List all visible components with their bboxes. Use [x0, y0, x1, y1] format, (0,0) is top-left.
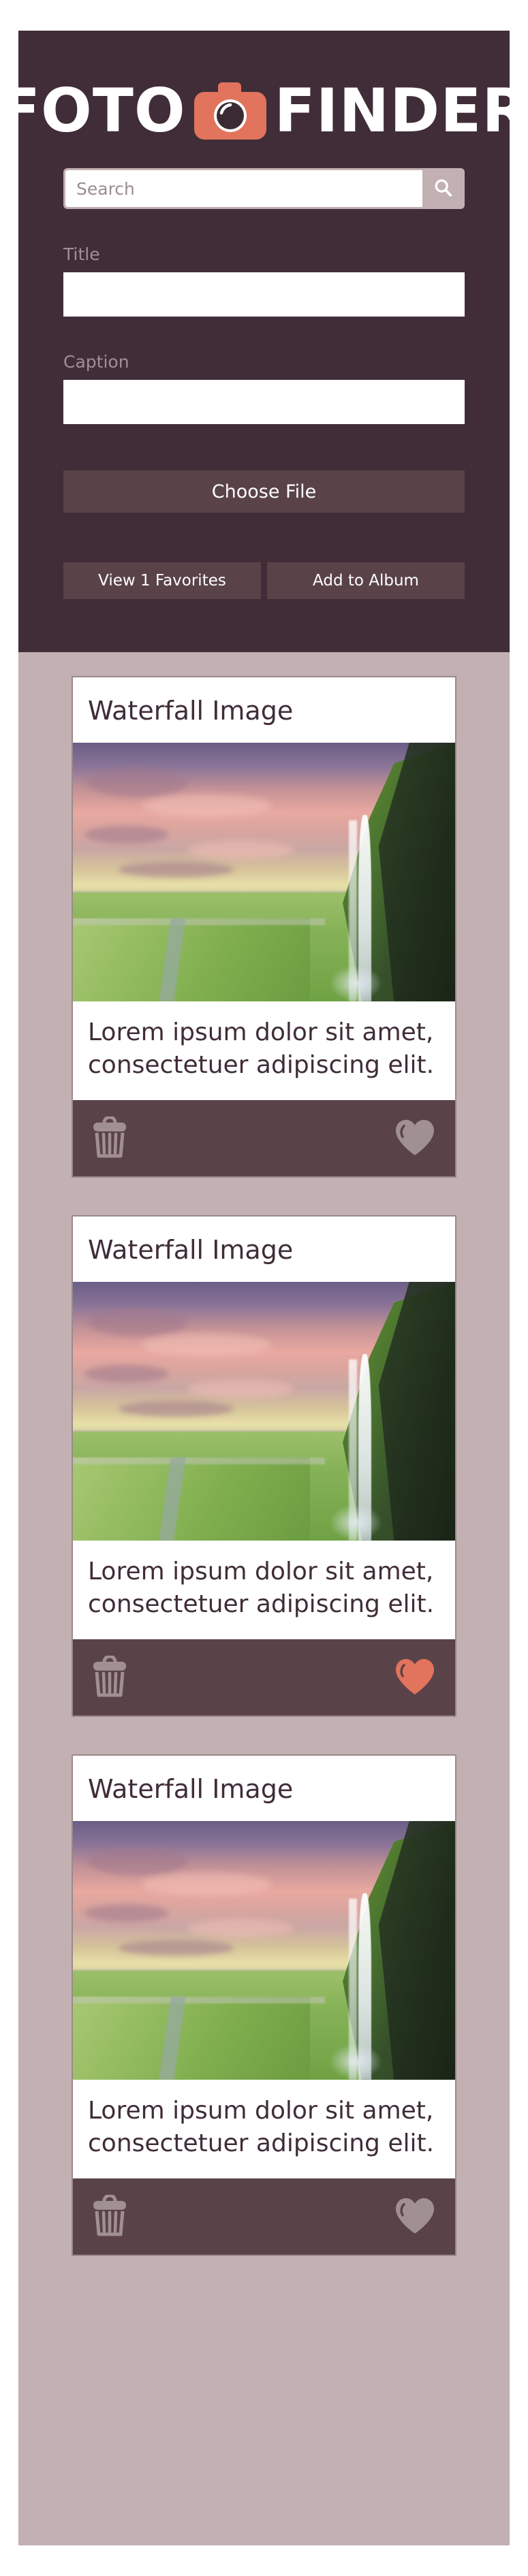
card-caption: Lorem ipsum dolor sit amet, consectetuer… — [88, 1018, 435, 1079]
title-label: Title — [63, 244, 100, 264]
photo-card: Waterfall Image Lorem ipsum dolor sit am… — [72, 1215, 456, 1718]
app-logo: FOTO FINDER — [0, 31, 528, 153]
card-action-bar — [73, 1639, 455, 1716]
add-to-album-button[interactable]: Add to Album — [267, 562, 465, 599]
search-button[interactable] — [422, 168, 465, 209]
heart-icon — [394, 1118, 436, 1159]
view-favorites-button[interactable]: View 1 Favorites — [63, 562, 261, 599]
search-bar — [63, 168, 465, 209]
search-input[interactable] — [65, 170, 422, 207]
card-title: Waterfall Image — [88, 696, 294, 726]
heart-icon — [394, 1658, 436, 1698]
card-action-bar — [73, 2178, 455, 2255]
delete-photo-button[interactable] — [92, 1654, 127, 1700]
card-title: Waterfall Image — [88, 1774, 294, 1805]
delete-photo-button[interactable] — [92, 1115, 127, 1161]
trash-icon — [92, 1115, 127, 1161]
favorite-photo-button[interactable] — [394, 2197, 436, 2237]
trash-icon — [92, 1654, 127, 1700]
delete-photo-button[interactable] — [92, 2193, 127, 2239]
photo-card: Waterfall Image Lorem ipsum dolor sit am… — [72, 1754, 456, 2257]
card-action-bar — [73, 1100, 455, 1177]
caption-label: Caption — [63, 352, 129, 372]
camera-icon — [193, 82, 268, 140]
logo-text-foto: FOTO — [0, 75, 186, 146]
caption-field-group: Caption — [63, 352, 465, 424]
foto-finder-app: FOTO FINDER Search Title Caption Choose … — [0, 0, 528, 2576]
header-button-row: View 1 Favorites Add to Album — [63, 562, 465, 599]
card-caption: Lorem ipsum dolor sit amet, consectetuer… — [88, 2097, 435, 2157]
search-icon — [433, 178, 454, 200]
heart-icon — [394, 2197, 436, 2237]
card-caption: Lorem ipsum dolor sit amet, consectetuer… — [88, 1558, 435, 1618]
card-photo — [73, 1282, 455, 1541]
title-input[interactable] — [63, 272, 465, 317]
card-title: Waterfall Image — [88, 1235, 294, 1266]
favorite-photo-button[interactable] — [394, 1658, 436, 1698]
caption-input[interactable] — [63, 380, 465, 424]
photo-card-list: Waterfall Image Lorem ipsum dolor sit am… — [18, 652, 510, 2545]
photo-card: Waterfall Image Lorem ipsum dolor sit am… — [72, 676, 456, 1178]
favorite-photo-button[interactable] — [394, 1118, 436, 1159]
card-photo — [73, 1821, 455, 2080]
app-header: FOTO FINDER Search Title Caption Choose … — [0, 31, 528, 652]
title-field-group: Title — [63, 244, 465, 317]
choose-file-button[interactable]: Choose File — [63, 470, 465, 513]
logo-text-finder: FINDER — [274, 75, 528, 146]
card-photo — [73, 743, 455, 1001]
trash-icon — [92, 2193, 127, 2239]
